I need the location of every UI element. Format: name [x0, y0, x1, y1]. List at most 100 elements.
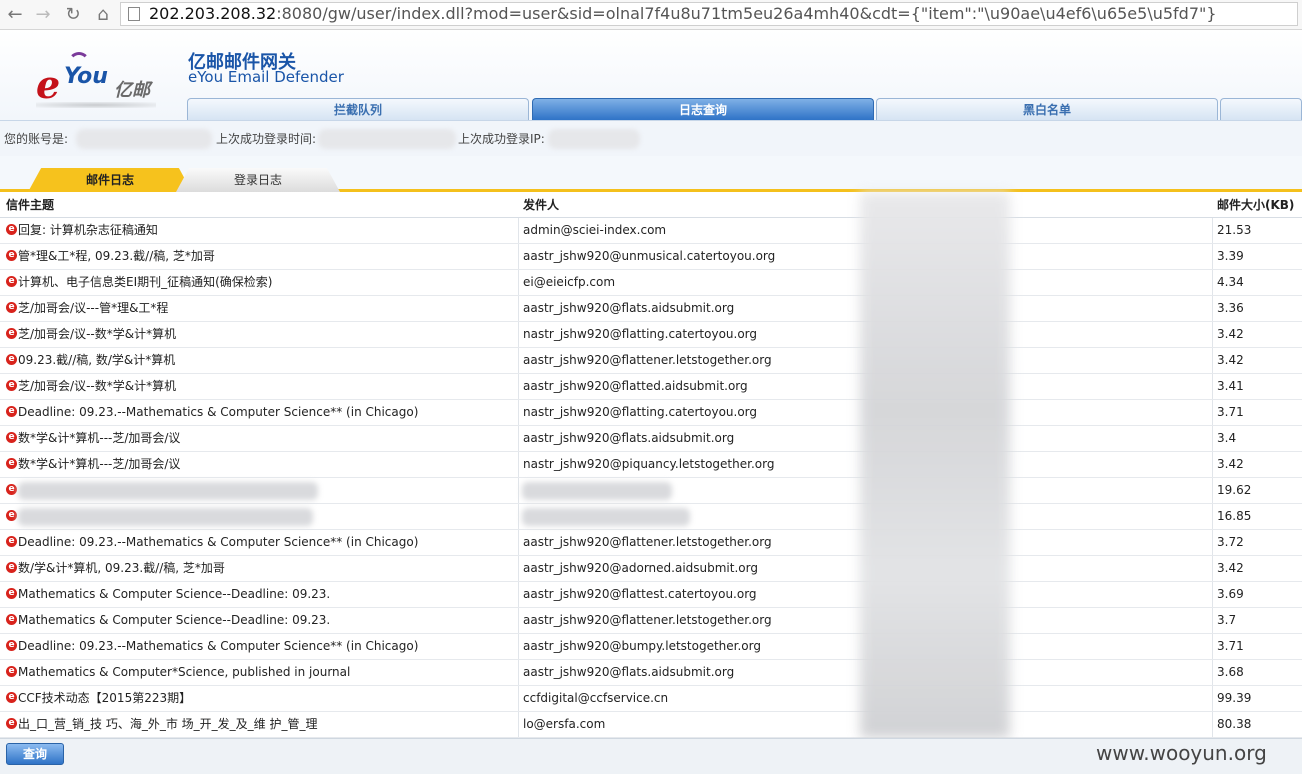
mail-log-table: 信件主题 发件人 邮件大小(KB) e 回复: 计算机杂志征稿通知 admin@sc… — [0, 192, 1302, 738]
cell-subject[interactable]: 管*理&工*程, 09.23.截//稿, 芝*加哥 — [18, 244, 215, 269]
table-row[interactable]: e 芝/加哥会/议--数*学&计*算机 aastr_jshw920@flatted.… — [0, 374, 1302, 400]
mail-status-icon: e — [6, 380, 17, 391]
table-row[interactable]: e 数*学&计*算机---芝/加哥会/议 aastr_jshw920@flats.a… — [0, 426, 1302, 452]
header-subject[interactable]: 信件主题 — [6, 192, 54, 218]
home-icon[interactable]: ⌂ — [92, 4, 114, 26]
main-nav-tabs: 拦截队列 日志查询 黑白名单 — [187, 98, 1302, 120]
cell-size: 80.38 — [1217, 717, 1252, 731]
cell-subject[interactable]: 数*学&计*算机---芝/加哥会/议 — [18, 426, 180, 451]
cell-subject[interactable]: 计算机、电子信息类EI期刊_征稿通知(确保检索) — [18, 270, 273, 295]
cell-subject[interactable]: 回复: 计算机杂志征稿通知 — [18, 218, 158, 243]
last-login-time-redacted — [318, 129, 456, 149]
table-row[interactable]: e Deadline: 09.23.--Mathematics & Compute… — [0, 400, 1302, 426]
logo-e: e — [36, 62, 61, 107]
cell-subject[interactable]: Deadline: 09.23.--Mathematics & Computer… — [18, 400, 418, 425]
logo-shadow — [36, 102, 156, 108]
browser-toolbar: ← → ↻ ⌂ 202.203.208.32:8080/gw/user/inde… — [0, 0, 1302, 30]
mail-status-icon: e — [6, 276, 17, 287]
header-size[interactable]: 邮件大小(KB) — [1217, 192, 1294, 218]
reload-icon[interactable]: ↻ — [62, 4, 84, 26]
cell-size: 4.34 — [1217, 275, 1244, 289]
header-sender[interactable]: 发件人 — [523, 192, 559, 218]
cell-sender: ei@eieicfp.com — [523, 275, 616, 289]
subtab-mail-log[interactable]: 邮件日志 — [28, 168, 192, 192]
bottom-bar: 查询 www.wooyun.org — [0, 738, 1302, 774]
cell-subject[interactable]: Deadline: 09.23.--Mathematics & Computer… — [18, 530, 418, 555]
cell-sender: lo@ersfa.com — [523, 717, 606, 731]
cell-subject[interactable]: 数*学&计*算机---芝/加哥会/议 — [18, 452, 180, 477]
table-row[interactable]: e Deadline: 09.23.--Mathematics & Compute… — [0, 634, 1302, 660]
cell-size: 3.71 — [1217, 639, 1244, 653]
cell-size: 3.36 — [1217, 301, 1244, 315]
cell-size: 19.62 — [1217, 483, 1252, 497]
mail-status-icon: e — [6, 354, 17, 365]
table-body: e 回复: 计算机杂志征稿通知 admin@sciei-index.com 21.53… — [0, 218, 1302, 738]
table-row[interactable]: e 16.85 — [0, 504, 1302, 530]
table-row[interactable]: e Mathematics & Computer Science--Deadlin… — [0, 582, 1302, 608]
tab-intercept-queue[interactable]: 拦截队列 — [187, 98, 529, 120]
cell-sender: nastr_jshw920@piquancy.letstogether.org — [523, 457, 775, 471]
mail-status-icon: e — [6, 718, 17, 729]
table-row[interactable]: e Mathematics & Computer*Science, publish… — [0, 660, 1302, 686]
mail-status-icon: e — [6, 614, 17, 625]
cell-size: 16.85 — [1217, 509, 1252, 523]
table-row[interactable]: e 19.62 — [0, 478, 1302, 504]
redacted-column — [860, 192, 1010, 738]
cell-subject[interactable]: CCF技术动态【2015第223期】 — [18, 686, 191, 711]
cell-sender: nastr_jshw920@flatting.catertoyou.org — [523, 327, 758, 341]
table-row[interactable]: e 数*学&计*算机---芝/加哥会/议 nastr_jshw920@piquanc… — [0, 452, 1302, 478]
subtab-login-log[interactable]: 登录日志 — [176, 168, 340, 192]
back-arrow-icon[interactable]: ← — [4, 4, 26, 26]
cell-size: 3.71 — [1217, 405, 1244, 419]
cell-sender: aastr_jshw920@flattener.letstogether.org — [523, 353, 772, 367]
mail-status-icon: e — [6, 458, 17, 469]
forward-arrow-icon[interactable]: → — [32, 4, 54, 26]
cell-subject[interactable]: 芝/加哥会/议--数*学&计*算机 — [18, 322, 176, 347]
table-row[interactable]: e 管*理&工*程, 09.23.截//稿, 芝*加哥 aastr_jshw920@… — [0, 244, 1302, 270]
cell-subject[interactable]: 芝/加哥会/议--数*学&计*算机 — [18, 374, 176, 399]
cell-subject[interactable]: 09.23.截//稿, 数/学&计*算机 — [18, 348, 175, 373]
tab-black-white-list[interactable]: 黑白名单 — [876, 98, 1218, 120]
table-row[interactable]: e 计算机、电子信息类EI期刊_征稿通知(确保检索) ei@eieicfp.com 4… — [0, 270, 1302, 296]
table-row[interactable]: e CCF技术动态【2015第223期】 ccfdigital@ccfservice… — [0, 686, 1302, 712]
logo-cn: 亿邮 — [114, 80, 150, 101]
table-row[interactable]: e Mathematics & Computer Science--Deadlin… — [0, 608, 1302, 634]
table-row[interactable]: e 回复: 计算机杂志征稿通知 admin@sciei-index.com 21.53 — [0, 218, 1302, 244]
table-row[interactable]: e 数/学&计*算机, 09.23.截//稿, 芝*加哥 aastr_jshw920… — [0, 556, 1302, 582]
cell-sender: aastr_jshw920@bumpy.letstogether.org — [523, 639, 761, 653]
table-row[interactable]: e 出_口_营_销_技 巧、海_外_市 场_开_发_及_维 护_管_理 lo@ers… — [0, 712, 1302, 738]
table-row[interactable]: e 09.23.截//稿, 数/学&计*算机 aastr_jshw920@flatt… — [0, 348, 1302, 374]
cell-size: 3.42 — [1217, 327, 1244, 341]
last-login-ip-label: 上次成功登录IP: — [458, 132, 545, 146]
tab-log-query[interactable]: 日志查询 — [532, 98, 874, 120]
table-row[interactable]: e 芝/加哥会/议---管*理&工*程 aastr_jshw920@flats.ai… — [0, 296, 1302, 322]
cell-size: 3.72 — [1217, 535, 1244, 549]
tab-extra[interactable] — [1220, 98, 1302, 120]
cell-subject[interactable]: 数/学&计*算机, 09.23.截//稿, 芝*加哥 — [18, 556, 225, 581]
cell-subject[interactable]: 出_口_营_销_技 巧、海_外_市 场_开_发_及_维 护_管_理 — [18, 712, 317, 737]
mail-status-icon: e — [6, 432, 17, 443]
cell-sender: aastr_jshw920@flats.aidsubmit.org — [523, 301, 735, 315]
cell-sender: admin@sciei-index.com — [523, 223, 667, 237]
cell-subject[interactable]: Mathematics & Computer Science--Deadline… — [18, 608, 330, 633]
cell-subject[interactable]: Mathematics & Computer Science--Deadline… — [18, 582, 330, 607]
table-row[interactable]: e 芝/加哥会/议--数*学&计*算机 nastr_jshw920@flatting… — [0, 322, 1302, 348]
table-row[interactable]: e Deadline: 09.23.--Mathematics & Compute… — [0, 530, 1302, 556]
sender-redacted — [522, 482, 672, 500]
cell-size: 3.7 — [1217, 613, 1237, 627]
cell-size: 3.42 — [1217, 561, 1244, 575]
mail-status-icon: e — [6, 640, 17, 651]
cell-subject[interactable]: Deadline: 09.23.--Mathematics & Computer… — [18, 634, 418, 659]
last-login-ip-redacted — [548, 129, 640, 149]
query-button[interactable]: 查询 — [6, 743, 64, 765]
cell-subject[interactable]: Mathematics & Computer*Science, publishe… — [18, 660, 350, 685]
mail-status-icon: e — [6, 666, 17, 677]
cell-sender: ccfdigital@ccfservice.cn — [523, 691, 669, 705]
cell-subject[interactable]: 芝/加哥会/议---管*理&工*程 — [18, 296, 168, 321]
mail-status-icon: e — [6, 562, 17, 573]
logo-you: You — [64, 64, 108, 89]
mail-status-icon: e — [6, 536, 17, 547]
mail-status-icon: e — [6, 224, 17, 235]
address-bar[interactable]: 202.203.208.32:8080/gw/user/index.dll?mo… — [120, 2, 1298, 26]
account-value-redacted — [76, 129, 212, 149]
